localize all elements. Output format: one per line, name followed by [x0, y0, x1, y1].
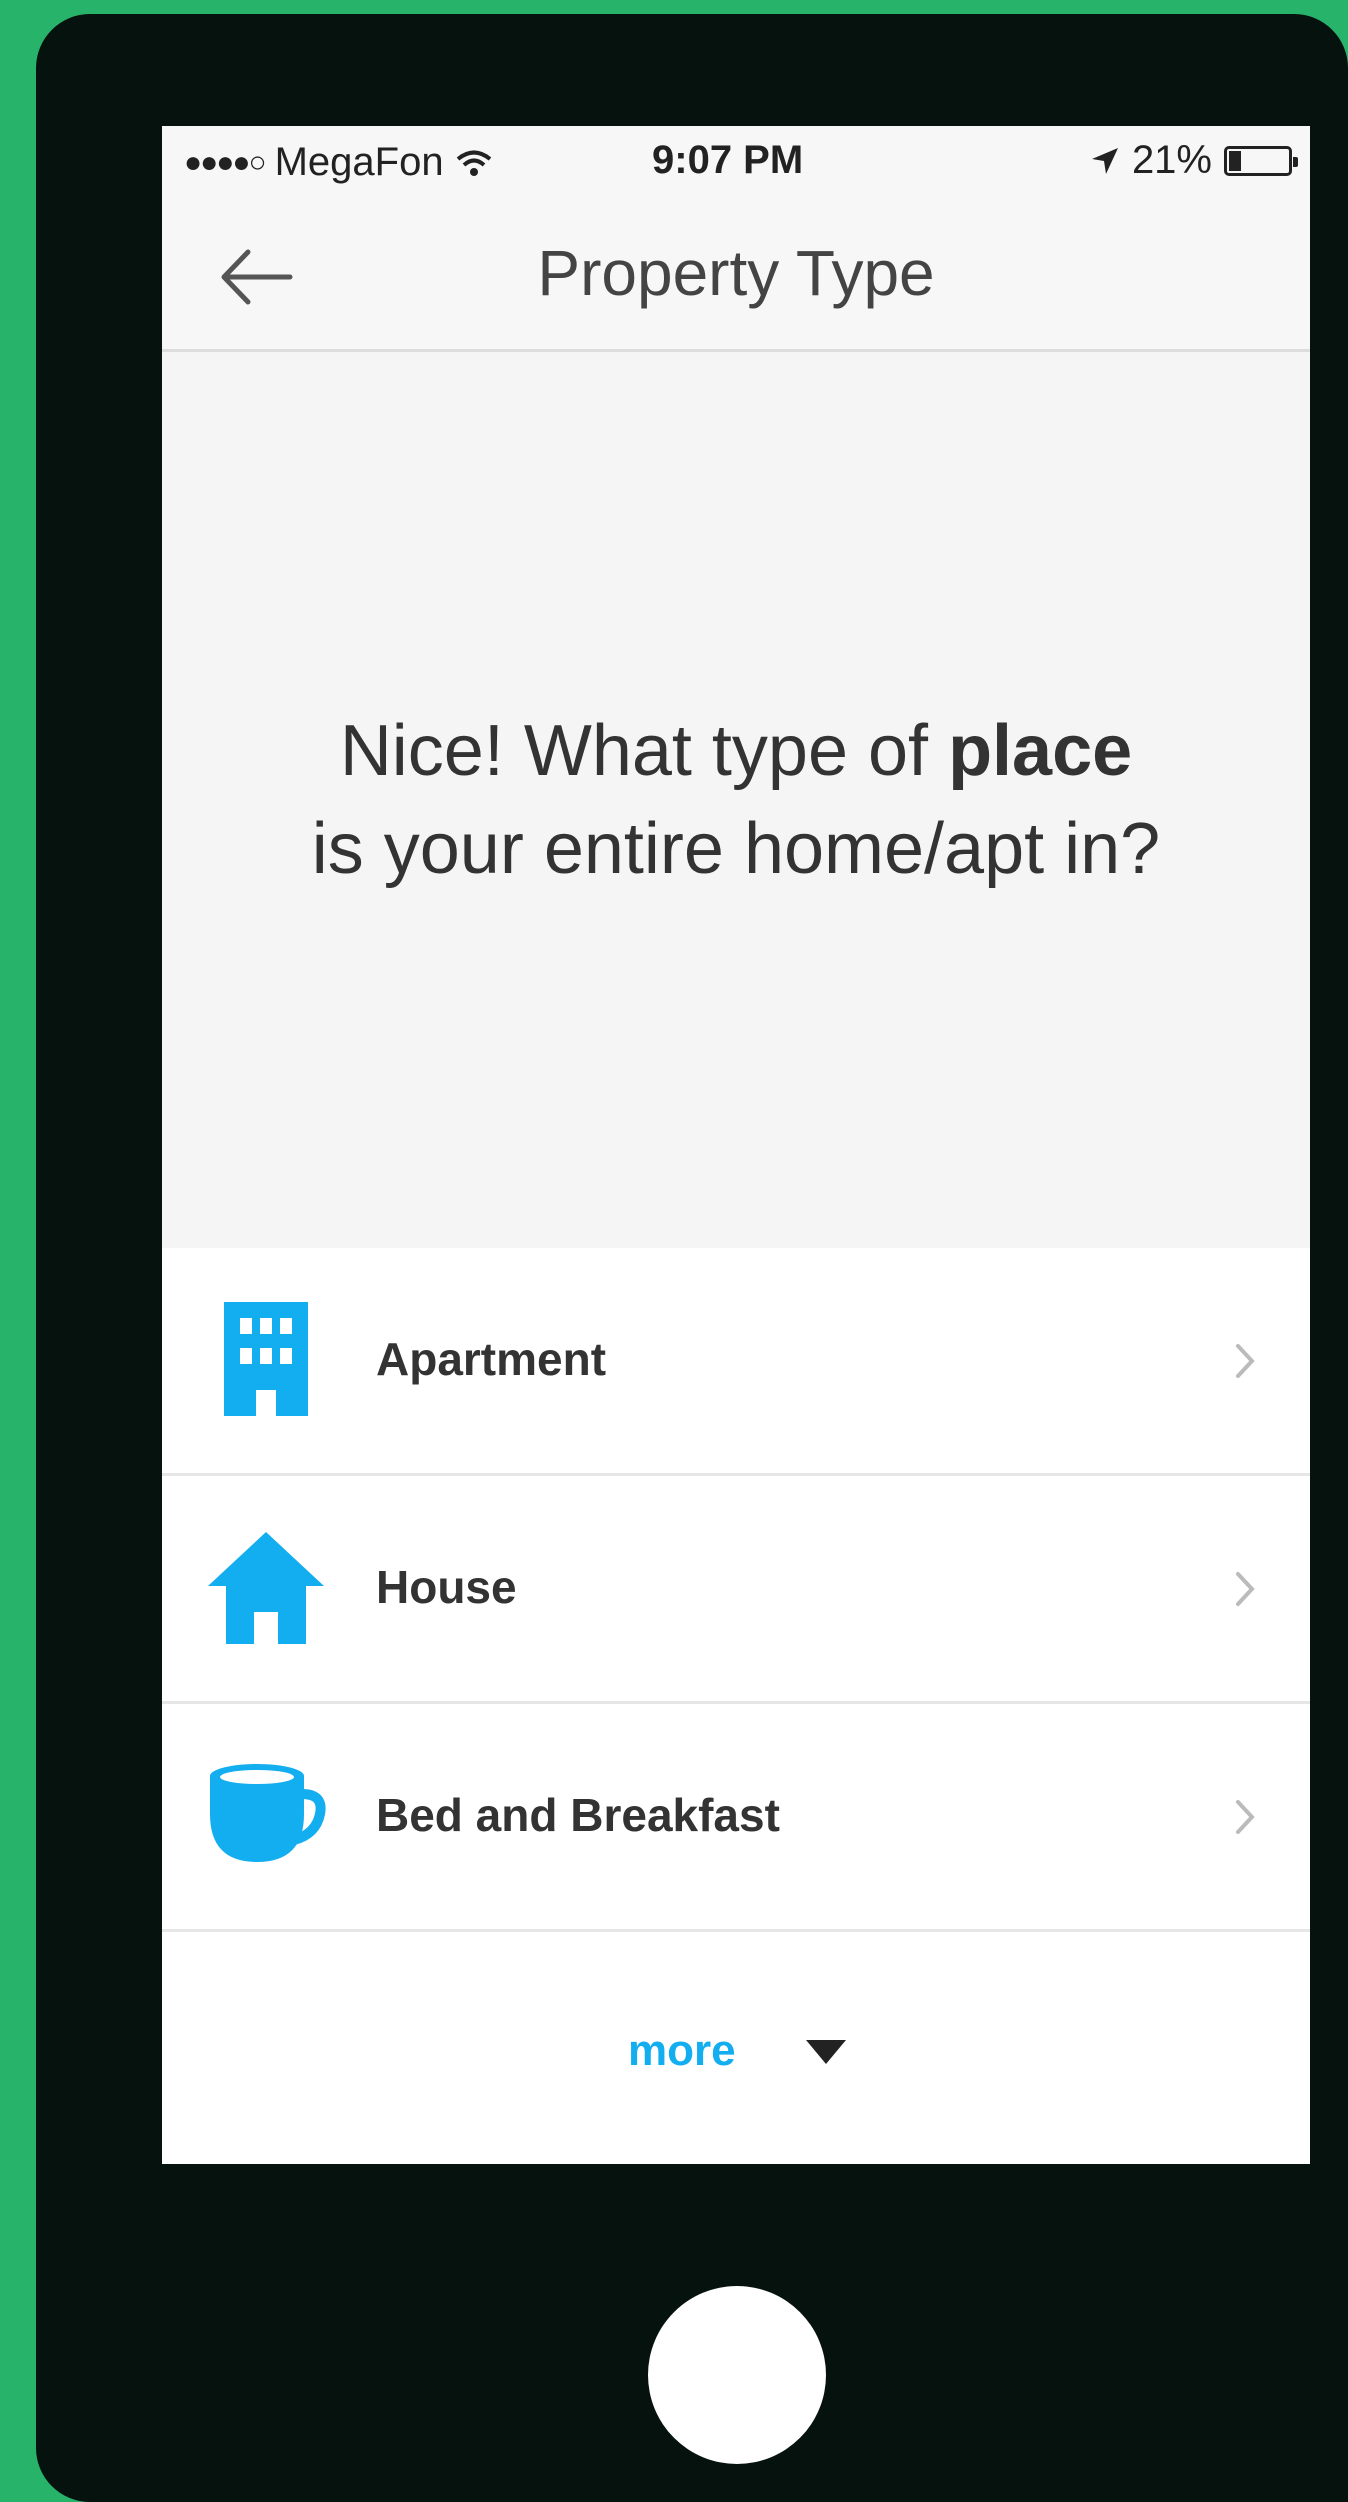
question-prefix: Nice! What type of: [339, 711, 949, 791]
status-bar: ●●●●○ MegaFon 9:07 PM 21%: [162, 126, 1310, 202]
more-label: more: [628, 2026, 736, 2075]
chevron-right-icon: [1236, 1800, 1255, 1834]
page-title: Property Type: [537, 237, 935, 309]
wifi-icon: [456, 150, 491, 176]
option-bed-and-breakfast[interactable]: Bed and Breakfast: [162, 1704, 1310, 1932]
phone-frame: ●●●●○ MegaFon 9:07 PM 21% Property Type …: [36, 14, 1348, 2502]
option-label: House: [376, 1561, 517, 1613]
option-apartment[interactable]: Apartment: [162, 1248, 1310, 1476]
app-screen: ●●●●○ MegaFon 9:07 PM 21% Property Type …: [162, 126, 1310, 2164]
question-emphasis: place: [948, 711, 1133, 791]
battery-icon: [1224, 145, 1298, 176]
battery-percent: 21%: [1131, 138, 1212, 182]
caret-down-icon: [806, 2040, 846, 2064]
option-label: Bed and Breakfast: [376, 1789, 780, 1841]
question-line-2: is your entire home/apt in?: [311, 809, 1161, 889]
chevron-right-icon: [1236, 1344, 1255, 1378]
status-time: 9:07 PM: [652, 138, 804, 182]
question-panel: Nice! What type of place is your entire …: [162, 352, 1310, 1248]
home-button[interactable]: [648, 2286, 826, 2464]
chevron-right-icon: [1236, 1572, 1255, 1606]
option-label: Apartment: [376, 1333, 607, 1385]
signal-strength-icon: ●●●●○: [184, 145, 267, 179]
location-arrow-icon: [1091, 147, 1118, 174]
cup-icon: [210, 1764, 326, 1862]
option-house[interactable]: House: [162, 1476, 1310, 1704]
property-type-list: Apartment House Bed and Breakfast: [162, 1248, 1310, 1932]
carrier-name: MegaFon: [274, 140, 444, 184]
navigation-bar: Property Type: [162, 202, 1310, 352]
house-icon: [208, 1532, 324, 1644]
question-text: Nice! What type of place is your entire …: [162, 702, 1310, 898]
more-button[interactable]: more: [162, 1936, 1310, 2164]
building-icon: [224, 1302, 308, 1416]
